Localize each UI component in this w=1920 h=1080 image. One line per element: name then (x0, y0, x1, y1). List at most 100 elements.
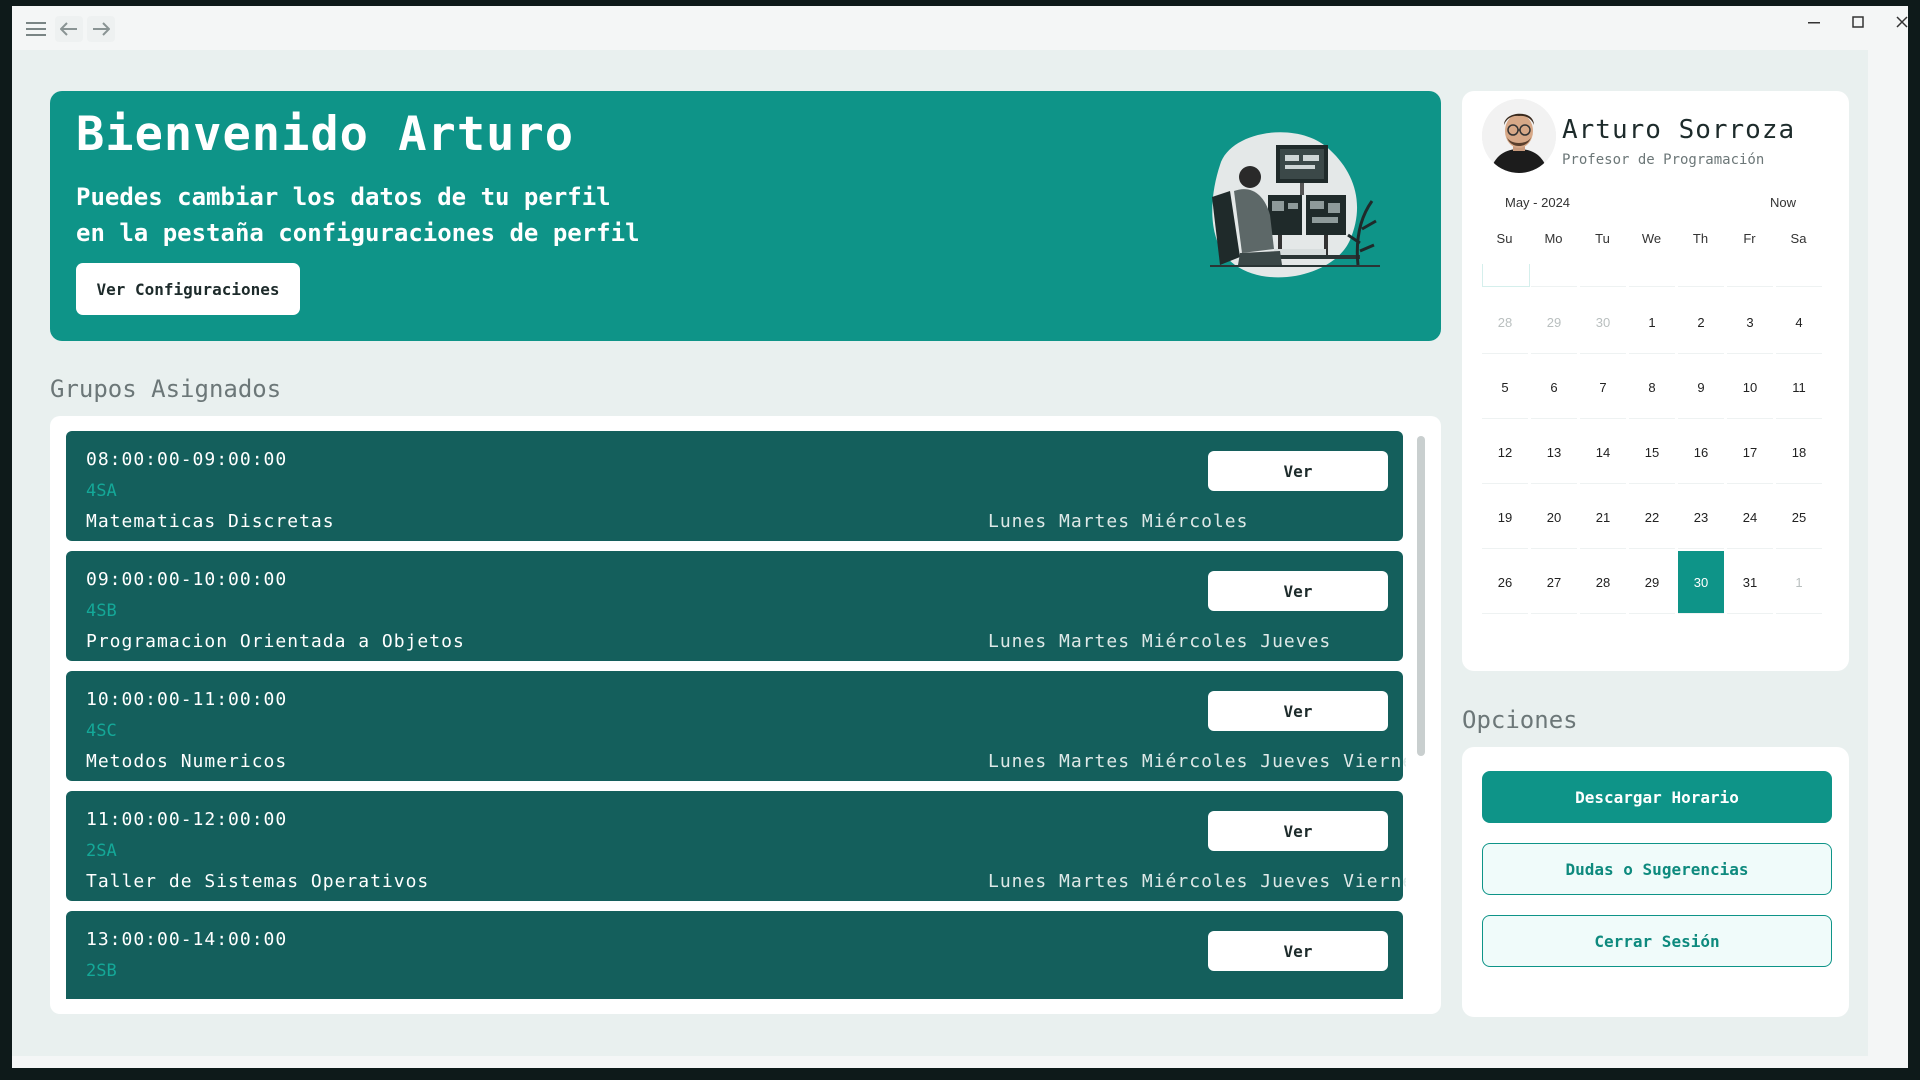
options-section-title: Opciones (1462, 706, 1578, 734)
logout-button[interactable]: Cerrar Sesión (1482, 915, 1832, 967)
calendar-day[interactable]: 13 (1531, 421, 1577, 484)
profile-photo-icon (1482, 99, 1556, 173)
group-subject: Programacion Orientada a Objetos (86, 631, 465, 652)
calendar-row-edge (1482, 264, 1530, 287)
close-icon[interactable] (1880, 8, 1908, 36)
calendar-day[interactable]: 1 (1776, 551, 1822, 614)
calendar-day[interactable]: 27 (1531, 551, 1577, 614)
main-content: Bienvenido Arturo Puedes cambiar los dat… (12, 50, 1868, 1056)
calendar-day[interactable]: 23 (1678, 486, 1724, 549)
group-card: 10:00:00-11:00:00 4SC Metodos Numericos … (66, 671, 1406, 781)
calendar-day[interactable]: 11 (1776, 356, 1822, 419)
group-card: 13:00:00-14:00:00 2SB Ver (66, 911, 1403, 999)
view-group-button[interactable]: Ver (1208, 451, 1388, 491)
calendar-weekday: Th (1692, 231, 1709, 246)
welcome-subtitle: Puedes cambiar los datos de tu perfil en… (76, 179, 776, 251)
feedback-button[interactable]: Dudas o Sugerencias (1482, 843, 1832, 895)
calendar-day[interactable]: 7 (1580, 356, 1626, 419)
calendar-day[interactable]: 30 (1580, 291, 1626, 354)
calendar-day[interactable]: 2 (1678, 291, 1724, 354)
calendar-day[interactable]: 9 (1678, 356, 1724, 419)
calendar-day[interactable]: 21 (1580, 486, 1626, 549)
calendar-day[interactable]: 1 (1629, 291, 1675, 354)
calendar-weekday: Sa (1790, 231, 1807, 246)
profile-role: Profesor de Programación (1562, 152, 1765, 168)
group-days: Lunes Martes Miércoles Jueves Viernes (988, 751, 1406, 772)
calendar-day[interactable]: 26 (1482, 551, 1528, 614)
calendar-day[interactable]: 4 (1776, 291, 1822, 354)
group-subject: Metodos Numericos (86, 751, 288, 772)
groups-panel: 08:00:00-09:00:00 4SA Matematicas Discre… (50, 416, 1441, 1014)
avatar (1482, 99, 1556, 173)
group-code: 2SA (86, 841, 117, 861)
calendar-day[interactable]: 28 (1482, 291, 1528, 354)
view-group-button[interactable]: Ver (1208, 811, 1388, 851)
minimize-icon[interactable] (1792, 8, 1836, 36)
calendar-day[interactable]: 14 (1580, 421, 1626, 484)
view-group-button[interactable]: Ver (1208, 931, 1388, 971)
calendar-row-edge (1727, 264, 1773, 287)
view-settings-button[interactable]: Ver Configuraciones (76, 263, 300, 315)
profile-card: Arturo Sorroza Profesor de Programación … (1462, 91, 1849, 671)
groups-section-title: Grupos Asignados (50, 375, 282, 403)
title-bar (12, 6, 1908, 50)
download-schedule-button[interactable]: Descargar Horario (1482, 771, 1832, 823)
view-group-button[interactable]: Ver (1208, 691, 1388, 731)
group-days: Lunes Martes Miércoles Jueves (988, 631, 1332, 652)
calendar-day[interactable]: 22 (1629, 486, 1675, 549)
calendar-day[interactable]: 24 (1727, 486, 1773, 549)
calendar-day[interactable]: 8 (1629, 356, 1675, 419)
calendar-day[interactable]: 17 (1727, 421, 1773, 484)
groups-scrollbar[interactable] (1417, 436, 1425, 756)
group-time: 08:00:00-09:00:00 (86, 449, 288, 470)
calendar-day[interactable]: 20 (1531, 486, 1577, 549)
options-panel: Descargar Horario Dudas o Sugerencias Ce… (1462, 747, 1849, 1017)
programmer-illustration-icon (1210, 132, 1380, 278)
calendar-day[interactable]: 16 (1678, 421, 1724, 484)
calendar-now-button[interactable]: Now (1770, 195, 1796, 210)
calendar-day[interactable]: 29 (1531, 291, 1577, 354)
calendar-day-selected[interactable]: 30 (1678, 551, 1724, 614)
calendar-day[interactable]: 19 (1482, 486, 1528, 549)
calendar-weekday: Fr (1743, 231, 1756, 246)
group-code: 2SB (86, 961, 117, 981)
calendar-weekday: Tu (1595, 231, 1610, 246)
calendar-row-edge (1580, 264, 1626, 287)
group-time: 13:00:00-14:00:00 (86, 929, 288, 950)
group-time: 11:00:00-12:00:00 (86, 809, 288, 830)
view-group-button[interactable]: Ver (1208, 571, 1388, 611)
calendar-day[interactable]: 29 (1629, 551, 1675, 614)
calendar-row-edge (1531, 264, 1577, 287)
hamburger-icon[interactable] (22, 16, 50, 42)
welcome-banner: Bienvenido Arturo Puedes cambiar los dat… (50, 91, 1441, 341)
group-code: 4SA (86, 481, 117, 501)
arrow-right-icon[interactable] (87, 16, 115, 42)
group-card: 11:00:00-12:00:00 2SA Taller de Sistemas… (66, 791, 1406, 901)
calendar-day[interactable]: 18 (1776, 421, 1822, 484)
group-time: 10:00:00-11:00:00 (86, 689, 288, 710)
group-code: 4SC (86, 721, 117, 741)
group-subject: Matematicas Discretas (86, 511, 335, 532)
calendar-day[interactable]: 15 (1629, 421, 1675, 484)
group-time: 09:00:00-10:00:00 (86, 569, 288, 590)
calendar-day[interactable]: 6 (1531, 356, 1577, 419)
group-subject: Taller de Sistemas Operativos (86, 871, 430, 892)
calendar-day[interactable]: 31 (1727, 551, 1773, 614)
calendar-row-edge (1678, 264, 1724, 287)
calendar-day[interactable]: 28 (1580, 551, 1626, 614)
groups-list: 08:00:00-09:00:00 4SA Matematicas Discre… (66, 431, 1406, 999)
maximize-icon[interactable] (1836, 8, 1880, 36)
calendar-weekday: Mo (1544, 231, 1563, 246)
arrow-left-icon[interactable] (55, 16, 83, 42)
welcome-subtitle-line-2: en la pestaña configuraciones de perfil (76, 219, 640, 247)
calendar-day[interactable]: 3 (1727, 291, 1773, 354)
group-days: Lunes Martes Miércoles (988, 511, 1249, 532)
group-card: 08:00:00-09:00:00 4SA Matematicas Discre… (66, 431, 1403, 541)
calendar-row-edge (1776, 264, 1822, 287)
calendar-day[interactable]: 5 (1482, 356, 1528, 419)
calendar-month-label[interactable]: May - 2024 (1505, 195, 1570, 210)
calendar-day[interactable]: 10 (1727, 356, 1773, 419)
calendar-day[interactable]: 25 (1776, 486, 1822, 549)
calendar-day[interactable]: 12 (1482, 421, 1528, 484)
welcome-title: Bienvenido Arturo (76, 107, 575, 162)
